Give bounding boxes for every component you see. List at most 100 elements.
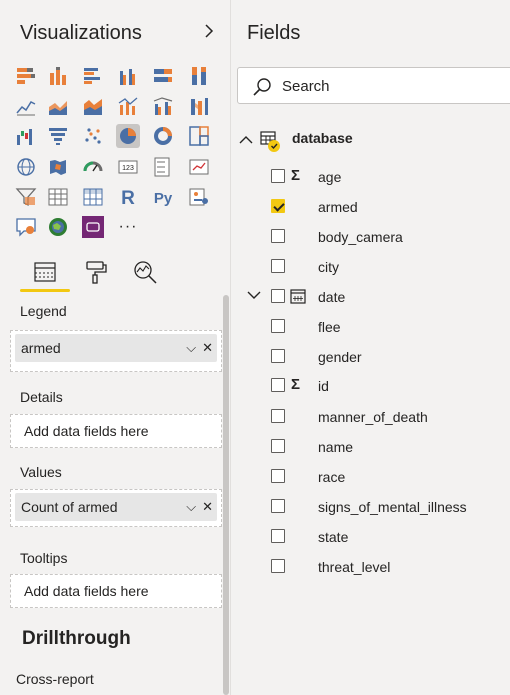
donut-chart-icon[interactable] bbox=[151, 124, 175, 148]
pie-chart-icon[interactable] bbox=[116, 124, 140, 148]
kpi-icon[interactable] bbox=[187, 155, 211, 179]
field-checkbox[interactable] bbox=[271, 349, 285, 363]
tooltips-label: Tooltips bbox=[20, 550, 68, 566]
field-item-age[interactable]: Σage bbox=[231, 164, 510, 190]
field-item-armed[interactable]: armed bbox=[231, 194, 510, 220]
legend-label: Legend bbox=[20, 303, 67, 319]
field-item-id[interactable]: Σid bbox=[231, 373, 510, 399]
scatter-chart-icon[interactable] bbox=[81, 124, 105, 148]
stacked-area-chart-icon[interactable] bbox=[81, 94, 105, 118]
field-name: signs_of_mental_illness bbox=[318, 499, 467, 515]
field-checkbox[interactable] bbox=[271, 229, 285, 243]
field-checkbox[interactable] bbox=[271, 529, 285, 543]
details-placeholder: Add data fields here bbox=[24, 423, 149, 439]
values-label: Values bbox=[20, 464, 62, 480]
details-well[interactable]: Add data fields here bbox=[10, 414, 222, 448]
matrix-icon[interactable] bbox=[81, 185, 105, 209]
power-apps-icon[interactable] bbox=[81, 215, 105, 239]
field-name: age bbox=[318, 169, 342, 185]
field-checkbox[interactable] bbox=[271, 259, 285, 273]
fields-tab-icon bbox=[34, 262, 56, 282]
values-field-chip[interactable]: Count of armed ⌵ ✕ bbox=[15, 493, 217, 521]
field-checkbox[interactable] bbox=[271, 199, 285, 213]
search-input[interactable]: Search bbox=[237, 67, 510, 104]
field-name: gender bbox=[318, 349, 362, 365]
sigma-icon: Σ bbox=[291, 376, 301, 393]
svg-text:R: R bbox=[121, 188, 135, 208]
field-name: date bbox=[318, 289, 346, 305]
field-item-gender[interactable]: gender bbox=[231, 344, 510, 370]
field-checkbox[interactable] bbox=[271, 559, 285, 573]
treemap-icon[interactable] bbox=[187, 124, 211, 148]
field-item-flee[interactable]: flee bbox=[231, 314, 510, 340]
clustered-column-chart-icon[interactable] bbox=[116, 64, 140, 88]
chevron-down-icon[interactable]: ⌵ bbox=[186, 499, 196, 515]
field-item-race[interactable]: race bbox=[231, 464, 510, 490]
remove-field-icon[interactable]: ✕ bbox=[202, 499, 213, 515]
sigma-icon: Σ bbox=[291, 167, 301, 184]
field-checkbox[interactable] bbox=[271, 169, 285, 183]
field-checkbox[interactable] bbox=[271, 439, 285, 453]
field-item-body_camera[interactable]: body_camera bbox=[231, 224, 510, 250]
field-checkbox[interactable] bbox=[271, 378, 285, 392]
remove-field-icon[interactable]: ✕ bbox=[202, 340, 213, 356]
funnel-chart-icon[interactable] bbox=[46, 124, 70, 148]
slicer-icon[interactable] bbox=[14, 185, 38, 209]
qa-icon[interactable] bbox=[14, 215, 38, 239]
map-icon[interactable] bbox=[14, 155, 38, 179]
field-checkbox[interactable] bbox=[271, 319, 285, 333]
table-name: database bbox=[292, 130, 353, 146]
multi-row-card-icon[interactable] bbox=[151, 155, 175, 179]
viz-pane-scrollbar[interactable] bbox=[223, 295, 229, 695]
line-clustered-column-chart-icon[interactable] bbox=[151, 94, 175, 118]
line-stacked-column-chart-icon[interactable] bbox=[116, 94, 140, 118]
analytics-tab[interactable] bbox=[125, 255, 165, 289]
active-tab-indicator bbox=[20, 289, 70, 292]
table-node-database[interactable]: database bbox=[231, 127, 510, 152]
table-icon[interactable] bbox=[46, 185, 70, 209]
100pct-stacked-bar-chart-icon[interactable] bbox=[151, 64, 175, 88]
field-name: threat_level bbox=[318, 559, 391, 575]
100pct-stacked-column-chart-icon[interactable] bbox=[187, 64, 211, 88]
gauge-icon[interactable] bbox=[81, 155, 105, 179]
key-influencers-icon[interactable] bbox=[187, 185, 211, 209]
python-visual-icon[interactable]: Py bbox=[151, 185, 175, 209]
collapse-chevron-icon[interactable] bbox=[239, 135, 253, 145]
field-checkbox[interactable] bbox=[271, 469, 285, 483]
stacked-bar-chart-icon[interactable] bbox=[14, 64, 38, 88]
field-item-signs_of_mental_illness[interactable]: signs_of_mental_illness bbox=[231, 494, 510, 520]
chevron-down-icon[interactable]: ⌵ bbox=[186, 340, 196, 356]
legend-field-chip[interactable]: armed ⌵ ✕ bbox=[15, 334, 217, 362]
values-field-name: Count of armed bbox=[21, 499, 118, 515]
clustered-bar-chart-icon[interactable] bbox=[81, 64, 105, 88]
field-item-threat_level[interactable]: threat_level bbox=[231, 554, 510, 580]
visualizations-pane: Visualizations 123 R Py ··· Legend armed… bbox=[0, 0, 230, 695]
filled-map-icon[interactable] bbox=[46, 155, 70, 179]
ribbon-chart-icon[interactable] bbox=[187, 94, 211, 118]
field-item-state[interactable]: state bbox=[231, 524, 510, 550]
field-checkbox[interactable] bbox=[271, 409, 285, 423]
expand-chevron-icon[interactable] bbox=[247, 290, 261, 300]
field-item-name[interactable]: name bbox=[231, 434, 510, 460]
format-tab[interactable] bbox=[75, 255, 115, 289]
card-icon[interactable]: 123 bbox=[116, 155, 140, 179]
field-name: id bbox=[318, 378, 329, 394]
values-well[interactable]: Count of armed ⌵ ✕ bbox=[10, 489, 222, 527]
svg-text:Py: Py bbox=[154, 190, 173, 207]
fields-tab[interactable] bbox=[25, 255, 65, 289]
stacked-column-chart-icon[interactable] bbox=[46, 64, 70, 88]
r-visual-icon[interactable]: R bbox=[116, 185, 140, 209]
more-visuals-icon[interactable]: ··· bbox=[116, 215, 140, 239]
field-item-manner_of_death[interactable]: manner_of_death bbox=[231, 404, 510, 430]
field-checkbox[interactable] bbox=[271, 289, 285, 303]
legend-well[interactable]: armed ⌵ ✕ bbox=[10, 330, 222, 372]
tooltips-well[interactable]: Add data fields here bbox=[10, 574, 222, 608]
line-chart-icon[interactable] bbox=[14, 94, 38, 118]
waterfall-chart-icon[interactable] bbox=[14, 124, 38, 148]
area-chart-icon[interactable] bbox=[46, 94, 70, 118]
field-item-date[interactable]: date bbox=[231, 284, 510, 310]
field-checkbox[interactable] bbox=[271, 499, 285, 513]
collapse-chevron-icon[interactable] bbox=[201, 22, 217, 40]
arcgis-map-icon[interactable] bbox=[46, 215, 70, 239]
field-item-city[interactable]: city bbox=[231, 254, 510, 280]
